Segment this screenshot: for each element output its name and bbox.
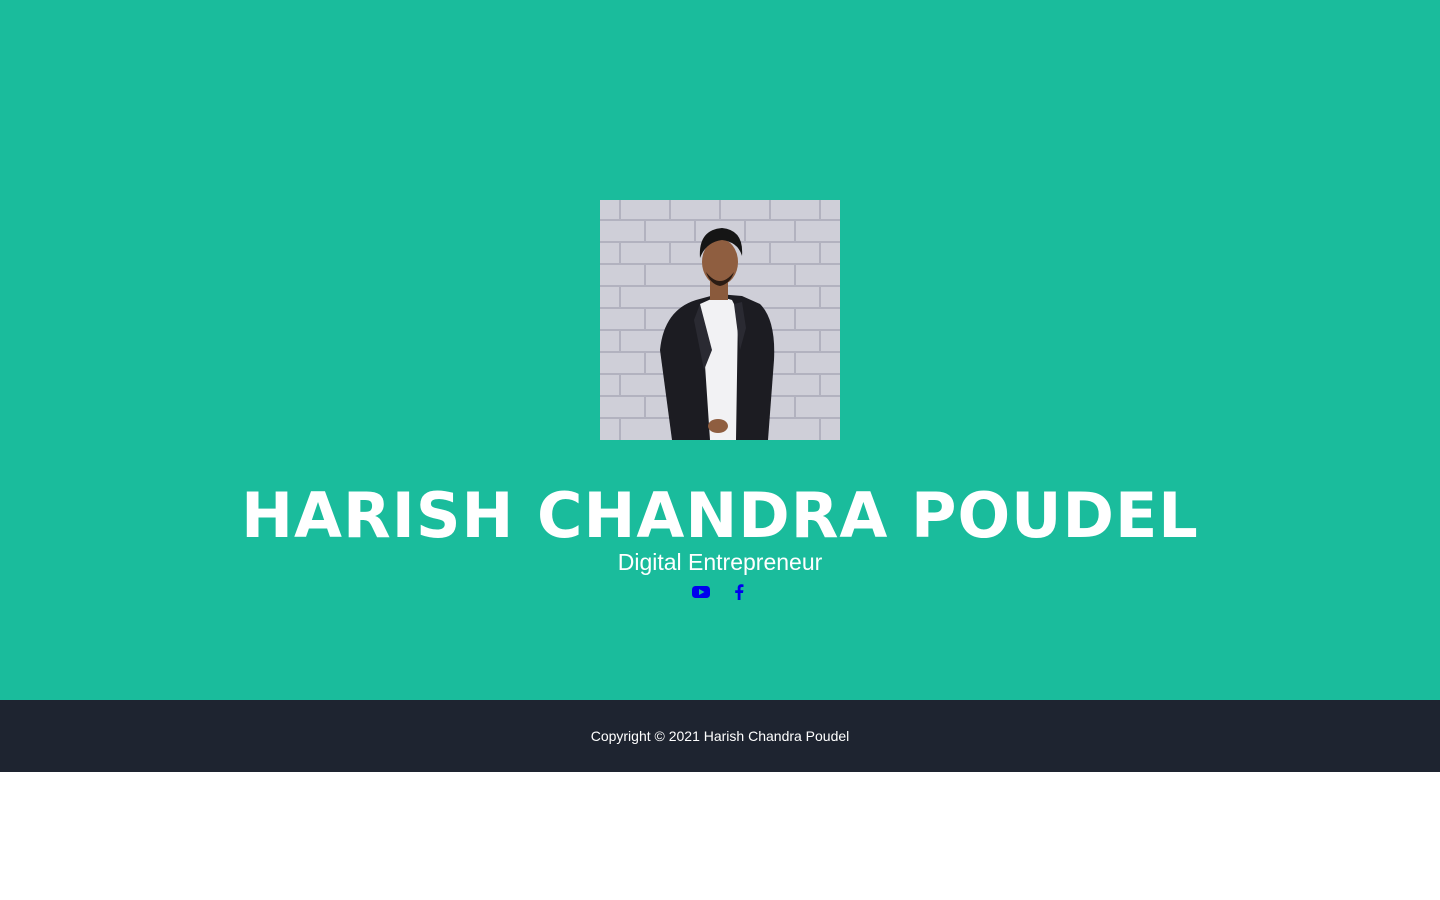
social-links: [0, 582, 1440, 602]
hero-section: HARISH CHANDRA POUDEL Digital Entreprene…: [0, 0, 1440, 700]
facebook-link[interactable]: [730, 583, 748, 601]
youtube-icon: [692, 586, 710, 598]
profile-name: HARISH CHANDRA POUDEL: [241, 479, 1199, 552]
footer: Copyright © 2021 Harish Chandra Poudel: [0, 700, 1440, 772]
facebook-icon: [735, 584, 744, 600]
profile-title: Digital Entrepreneur: [617, 549, 823, 575]
youtube-link[interactable]: [692, 583, 710, 601]
profile-photo: [600, 200, 840, 440]
copyright-text: Copyright © 2021 Harish Chandra Poudel: [590, 728, 850, 744]
